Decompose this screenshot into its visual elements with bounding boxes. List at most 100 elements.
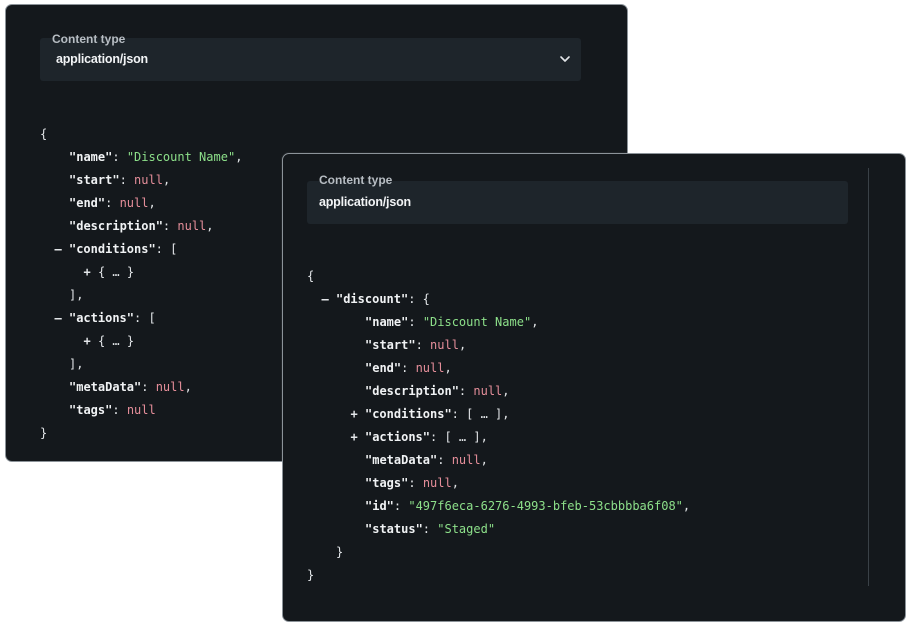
- json-punctuation: ,: [162, 173, 171, 187]
- json-key: "id": [365, 499, 394, 513]
- expand-toggle[interactable]: +: [84, 334, 91, 348]
- json-key: "actions": [364, 430, 430, 444]
- expand-toggle[interactable]: +: [351, 430, 358, 444]
- json-viewer: { – "discount": {"name": "Discount Name",…: [307, 265, 690, 587]
- json-line: {: [307, 265, 690, 288]
- json-punctuation: ,: [235, 150, 243, 164]
- json-value: "497f6eca-6276-4993-bfeb-53cbbbba6f08": [408, 499, 683, 513]
- json-separator: :: [119, 173, 135, 187]
- json-key: "conditions": [364, 407, 452, 421]
- json-key: "tags": [365, 476, 409, 490]
- json-punctuation: ,: [184, 380, 192, 394]
- json-key: "metaData": [365, 453, 438, 467]
- json-line: "start": null,: [307, 334, 690, 357]
- json-key: "actions": [68, 311, 134, 325]
- collapse-toggle[interactable]: –: [322, 292, 329, 306]
- json-separator: :: [105, 196, 120, 210]
- json-punctuation: ,: [480, 453, 488, 467]
- json-line[interactable]: + "conditions": [ … ],: [307, 403, 690, 426]
- json-value: null: [422, 476, 452, 490]
- json-value: null: [451, 453, 481, 467]
- json-separator: :: [112, 150, 127, 164]
- json-punctuation: }: [336, 545, 344, 559]
- content-type-select[interactable]: Content type application/json: [307, 173, 848, 224]
- json-line: "tags": null: [40, 399, 242, 422]
- collapse-toggle[interactable]: –: [55, 242, 62, 256]
- json-punctuation: ,: [148, 196, 156, 210]
- json-value: null: [134, 173, 163, 187]
- json-line: "description": null,: [307, 380, 690, 403]
- json-key: "start": [365, 338, 416, 352]
- json-key: "status": [365, 522, 423, 536]
- expand-toggle[interactable]: +: [84, 265, 91, 279]
- json-punctuation: ,: [458, 338, 467, 352]
- json-separator: :: [401, 361, 416, 375]
- json-key: "description": [69, 219, 163, 233]
- json-value: null: [177, 219, 207, 233]
- json-separator: :: [393, 499, 409, 513]
- json-line: ],: [40, 353, 242, 376]
- json-separator: :: [134, 311, 149, 325]
- json-separator: :: [437, 453, 452, 467]
- json-value: null: [155, 380, 185, 394]
- chevron-down-icon[interactable]: [559, 53, 571, 65]
- json-punctuation: [: [170, 242, 178, 256]
- json-value: "Discount Name": [422, 315, 532, 329]
- json-viewer: {"name": "Discount Name", "start": null, "…: [40, 123, 242, 445]
- expand-toggle[interactable]: +: [351, 407, 358, 421]
- json-punctuation: ,: [682, 499, 691, 513]
- json-separator: :: [451, 407, 467, 421]
- json-line: "metaData": null,: [307, 449, 690, 472]
- json-line: "name": "Discount Name",: [307, 311, 690, 334]
- json-separator: :: [430, 430, 445, 444]
- scrollbar-track[interactable]: [868, 168, 869, 586]
- json-key: "conditions": [68, 242, 156, 256]
- json-punctuation: }: [40, 426, 48, 440]
- content-type-select[interactable]: Content type application/json: [40, 32, 581, 81]
- json-key: "tags": [69, 403, 113, 417]
- json-punctuation[interactable]: { … }: [98, 334, 134, 348]
- json-punctuation: ],: [69, 288, 84, 302]
- json-line: "start": null,: [40, 169, 242, 192]
- json-line: "status": "Staged": [307, 518, 690, 541]
- json-line: "end": null,: [40, 192, 242, 215]
- json-line: {: [40, 123, 242, 146]
- json-value: null: [415, 361, 445, 375]
- content-type-label: Content type: [52, 32, 126, 46]
- json-line[interactable]: – "conditions": [: [40, 238, 242, 261]
- json-line: "metaData": null,: [40, 376, 242, 399]
- json-punctuation: ,: [502, 384, 510, 398]
- content-type-value: application/json: [319, 195, 411, 209]
- json-punctuation: {: [307, 269, 315, 283]
- json-line[interactable]: + { … }: [40, 330, 242, 353]
- json-punctuation[interactable]: [ … ],: [466, 407, 509, 421]
- json-punctuation: {: [40, 127, 48, 141]
- json-value: null: [473, 384, 503, 398]
- json-line: "id": "497f6eca-6276-4993-bfeb-53cbbbba6…: [307, 495, 690, 518]
- json-punctuation[interactable]: [ … ],: [444, 430, 487, 444]
- json-separator: :: [458, 384, 474, 398]
- json-line: }: [307, 541, 690, 564]
- json-key: "end": [69, 196, 106, 210]
- json-punctuation[interactable]: { … }: [98, 265, 134, 279]
- json-separator: :: [415, 338, 431, 352]
- json-line[interactable]: – "discount": {: [307, 288, 690, 311]
- json-line[interactable]: + "actions": [ … ],: [307, 426, 690, 449]
- json-key: "name": [69, 150, 113, 164]
- content-type-label: Content type: [319, 173, 393, 187]
- json-line: "end": null,: [307, 357, 690, 380]
- json-line: "tags": null,: [307, 472, 690, 495]
- json-line[interactable]: + { … }: [40, 261, 242, 284]
- response-body-panel-expanded: Content type application/json {– "discou…: [282, 153, 906, 622]
- json-punctuation: ,: [206, 219, 214, 233]
- json-key: "discount": [335, 292, 409, 306]
- json-line: "name": "Discount Name",: [40, 146, 242, 169]
- json-punctuation: ,: [531, 315, 539, 329]
- collapse-toggle[interactable]: –: [55, 311, 62, 325]
- json-key: "description": [365, 384, 459, 398]
- json-line[interactable]: – "actions": [: [40, 307, 242, 330]
- json-separator: :: [162, 219, 178, 233]
- json-key: "end": [365, 361, 402, 375]
- content-type-value: application/json: [56, 52, 148, 66]
- json-line: }: [40, 422, 242, 445]
